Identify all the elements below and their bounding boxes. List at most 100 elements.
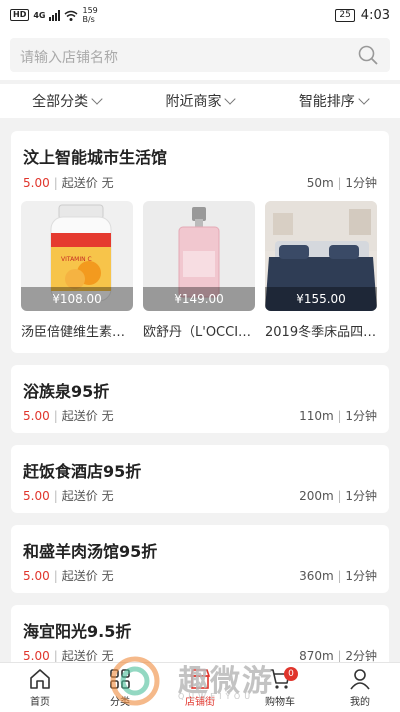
delivery-time: 1分钟 [345,489,377,503]
wifi-icon [65,10,78,21]
store-meta: 5.00 | 起送价 无 [23,407,114,424]
divider: | [337,489,342,503]
product-price: ¥155.00 [265,287,377,311]
product-item[interactable]: VITAMIN C ¥108.00 汤臣倍健维生素C片 [21,201,133,340]
min-order: 起送价 无 [61,176,114,190]
delivery-time: 1分钟 [345,176,377,190]
hd-icon: HD [10,9,30,21]
speed-unit: B/s [82,15,95,24]
tab-mine[interactable]: 我的 [320,663,400,712]
filter-all-categories[interactable]: 全部分类 [0,84,133,118]
filter-label: 附近商家 [165,94,222,110]
clock: 4:03 [360,7,390,23]
bottom-tab-bar: 首页 分类 店铺街 0 购物车 我的 [0,662,400,712]
search-placeholder: 请输入店铺名称 [20,50,118,66]
store-card[interactable]: 浴族泉95折 5.00 | 起送价 无 110m | 1分钟 [11,365,389,433]
signal-icon [49,9,61,21]
status-bar: HD 4G 159 B/s 25 4:03 [0,0,400,30]
product-name: 欧舒丹（L'OCCITANE） [143,325,255,340]
store-meta: 5.00 | 起送价 无 [23,487,114,504]
store-name: 赶饭食酒店95折 [23,462,142,481]
speed-value: 159 [82,6,98,15]
network-speed: 159 B/s [82,6,97,24]
user-icon [350,669,370,690]
tab-store-street[interactable]: 店铺街 [160,663,240,712]
min-order: 起送价 无 [61,569,114,583]
store-distance-time: 110m | 1分钟 [299,407,377,424]
category-icon [110,669,130,689]
product-row: VITAMIN C ¥108.00 汤臣倍健维生素C片 ¥149.00 欧舒丹（… [21,201,377,340]
product-item[interactable]: ¥155.00 2019冬季床品四件套 [265,201,377,340]
divider: | [53,648,58,663]
product-price: ¥149.00 [143,287,255,311]
store-name: 浴族泉95折 [23,382,110,401]
tab-label: 购物车 [265,697,295,708]
store-icon [189,669,211,689]
product-item[interactable]: ¥149.00 欧舒丹（L'OCCITANE） [143,201,255,340]
tab-label: 我的 [350,697,370,708]
store-rating: 5.00 [23,648,50,663]
tab-label: 分类 [110,697,130,708]
store-rating: 5.00 [23,408,50,423]
product-name: 2019冬季床品四件套 [265,325,377,340]
distance: 110m [299,409,334,423]
divider: | [337,176,342,190]
store-rating: 5.00 [23,175,50,190]
distance: 50m [306,176,334,190]
store-name: 汶上智能城市生活馆 [23,148,168,167]
store-card[interactable]: 和盛羊肉汤馆95折 5.00 | 起送价 无 360m | 1分钟 [11,525,389,593]
filter-nearby-merchants[interactable]: 附近商家 [133,84,266,118]
divider: | [337,409,342,423]
filter-label: 智能排序 [298,94,355,110]
delivery-time: 2分钟 [345,649,377,663]
min-order: 起送价 无 [61,409,114,423]
store-rating: 5.00 [23,488,50,503]
product-image: VITAMIN C ¥108.00 [21,201,133,311]
product-image: ¥149.00 [143,201,255,311]
tab-label: 首页 [30,697,50,708]
svg-text:VITAMIN C: VITAMIN C [61,256,92,263]
store-distance-time: 360m | 1分钟 [299,567,377,584]
store-distance-time: 200m | 1分钟 [299,487,377,504]
cart-badge: 0 [284,667,298,681]
filter-smart-sort[interactable]: 智能排序 [267,84,400,118]
divider: | [337,569,342,583]
filter-label: 全部分类 [32,94,89,110]
home-icon [30,669,50,689]
product-price: ¥108.00 [21,287,133,311]
divider: | [53,175,58,190]
distance: 360m [299,569,334,583]
tab-cart[interactable]: 0 购物车 [240,663,320,712]
store-name: 海宜阳光9.5折 [23,622,132,641]
product-image: ¥155.00 [265,201,377,311]
network-type: 4G [33,10,46,20]
store-card[interactable]: 汶上智能城市生活馆 5.00 | 起送价 无 50m | 1分钟 VITAMIN… [11,131,389,353]
store-distance-time: 50m | 1分钟 [307,174,377,191]
divider: | [53,568,58,583]
min-order: 起送价 无 [61,489,114,503]
tab-home[interactable]: 首页 [0,663,80,712]
filter-bar: 全部分类 附近商家 智能排序 [0,84,400,118]
chevron-down-icon [358,93,370,105]
chevron-down-icon [91,93,103,105]
product-name: 汤臣倍健维生素C片 [21,325,133,340]
delivery-time: 1分钟 [345,569,377,583]
store-meta: 5.00 | 起送价 无 [23,567,114,584]
store-card[interactable]: 赶饭食酒店95折 5.00 | 起送价 无 200m | 1分钟 [11,445,389,513]
chevron-down-icon [224,93,237,105]
distance: 200m [299,489,334,503]
search-bar: 请输入店铺名称 [0,30,400,80]
store-rating: 5.00 [23,568,50,583]
delivery-time: 1分钟 [345,409,377,423]
store-meta: 5.00 | 起送价 无 [23,174,114,191]
store-name: 和盛羊肉汤馆95折 [23,542,158,561]
divider: | [337,649,342,663]
search-icon[interactable] [358,45,378,65]
tab-label: 店铺街 [185,697,215,708]
search-input[interactable]: 请输入店铺名称 [10,38,390,72]
tab-category[interactable]: 分类 [80,663,160,712]
divider: | [53,408,58,423]
battery-icon: 25 [335,8,355,22]
distance: 870m [299,649,334,663]
divider: | [53,488,58,503]
